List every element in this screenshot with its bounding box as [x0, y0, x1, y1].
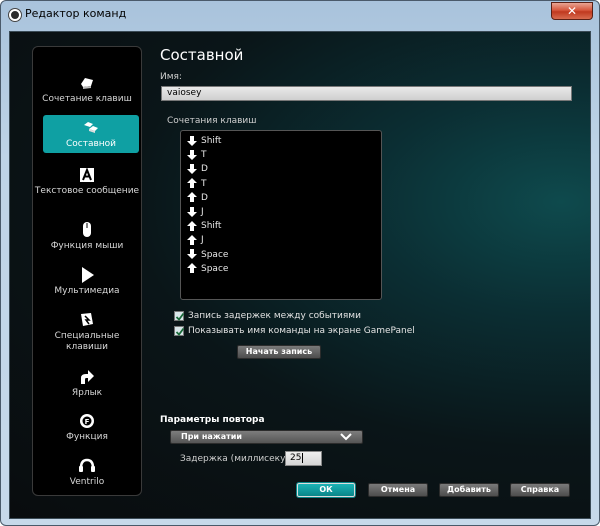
sequence-key-label: Shift: [201, 136, 222, 146]
ok-button[interactable]: ОК: [297, 483, 355, 497]
text-a-icon: [80, 167, 94, 182]
sequence-key-label: D: [201, 164, 208, 175]
command-type-sidebar: Сочетание клавиш Составной Текстовое соо…: [32, 46, 142, 496]
record-delays-label: Запись задержек между событиями: [188, 311, 361, 321]
name-input[interactable]: vaiosey: [161, 86, 572, 101]
start-record-button[interactable]: Начать запись: [237, 345, 321, 359]
title-bar: Редактор команд ✕: [1, 1, 599, 29]
repeat-options-label: Параметры повтора: [160, 415, 265, 425]
key-up-arrow-icon: [187, 192, 197, 203]
sidebar-item-special-keys[interactable]: Специальные клавиши: [33, 312, 141, 353]
keystroke-sequence-list[interactable]: Shift T D T D J Shift J Space Space: [180, 130, 382, 300]
sequence-key-label: J: [201, 235, 204, 246]
show-name-label: Показывать имя команды на экране GamePan…: [188, 326, 415, 336]
sequence-key-label: Space: [201, 249, 229, 260]
cancel-button[interactable]: Отмена: [368, 483, 428, 497]
sidebar-item-multimedia[interactable]: Мультимедиа: [33, 267, 141, 297]
sequence-item[interactable]: T: [187, 178, 207, 191]
key-down-arrow-icon: [187, 163, 197, 174]
sequence-key-label: D: [201, 192, 208, 203]
command-editor-window: Редактор команд ✕ Сочетание клавиш Соста…: [0, 0, 600, 526]
key-up-arrow-icon: [187, 178, 197, 189]
multikey-icon: [84, 122, 98, 133]
sidebar-item-keystroke[interactable]: Сочетание клавиш: [33, 75, 141, 105]
record-delays-row[interactable]: Запись задержек между событиями: [174, 310, 361, 322]
function-gear-icon: F: [80, 414, 94, 428]
special-key-icon: [81, 313, 93, 326]
sidebar-item-mouse-function[interactable]: Функция мыши: [33, 222, 141, 252]
logitech-app-icon: [9, 9, 21, 21]
key-up-arrow-icon: [187, 263, 197, 274]
play-icon: [82, 267, 94, 283]
sidebar-item-shortcut[interactable]: Ярлык: [33, 369, 141, 399]
keyboard-key-icon: [81, 78, 93, 89]
repeat-mode-select[interactable]: При нажатии: [170, 430, 363, 444]
key-down-arrow-icon: [187, 149, 197, 160]
sidebar-item-multikey[interactable]: Составной: [43, 115, 139, 153]
show-name-row[interactable]: Показывать имя команды на экране GamePan…: [174, 325, 415, 337]
svg-text:F: F: [85, 418, 90, 426]
key-up-arrow-icon: [187, 220, 197, 231]
show-name-checkbox[interactable]: [174, 325, 185, 336]
text-caret: [302, 452, 304, 463]
key-up-arrow-icon: [187, 234, 197, 245]
headset-icon: [79, 458, 95, 472]
checkmark-icon: [175, 327, 185, 336]
sequence-item[interactable]: J: [187, 234, 204, 247]
sequence-key-label: Space: [201, 263, 229, 274]
close-button[interactable]: ✕: [551, 2, 593, 20]
shortcut-arrow-icon: [81, 370, 94, 384]
sequence-key-label: Shift: [201, 221, 222, 232]
client-area: Сочетание клавиш Составной Текстовое соо…: [9, 31, 591, 519]
mouse-icon: [83, 222, 91, 237]
delay-input[interactable]: 25: [285, 451, 322, 466]
chevron-down-icon: [340, 433, 352, 441]
add-button[interactable]: Добавить: [439, 483, 499, 497]
repeat-mode-value: При нажатии: [181, 432, 242, 441]
sidebar-item-ventrilo[interactable]: Ventrilo: [33, 458, 141, 488]
sequence-item[interactable]: J: [187, 206, 204, 219]
record-delays-checkbox[interactable]: [174, 310, 185, 321]
page-title: Составной: [160, 46, 244, 64]
sequence-key-label: T: [201, 150, 207, 161]
help-button[interactable]: Справка: [510, 483, 570, 497]
checkmark-icon: [175, 312, 185, 321]
sequence-item[interactable]: T: [187, 149, 207, 162]
sequence-item[interactable]: D: [187, 192, 208, 205]
key-down-arrow-icon: [187, 206, 197, 217]
sequence-item[interactable]: Space: [187, 249, 228, 262]
name-label: Имя:: [160, 72, 182, 82]
sidebar-item-function[interactable]: F Функция: [33, 413, 141, 443]
sequence-label: Сочетания клавиш: [167, 116, 257, 126]
sequence-item[interactable]: D: [187, 163, 208, 176]
sequence-item[interactable]: Space: [187, 263, 228, 276]
sequence-item[interactable]: Shift: [187, 135, 221, 148]
window-title: Редактор команд: [25, 7, 127, 20]
key-down-arrow-icon: [187, 135, 197, 146]
key-down-arrow-icon: [187, 249, 197, 260]
sidebar-item-text-message[interactable]: Текстовое сообщение: [33, 167, 141, 197]
sequence-key-label: T: [201, 178, 207, 189]
sequence-item[interactable]: Shift: [187, 220, 221, 233]
sequence-key-label: J: [201, 207, 204, 217]
